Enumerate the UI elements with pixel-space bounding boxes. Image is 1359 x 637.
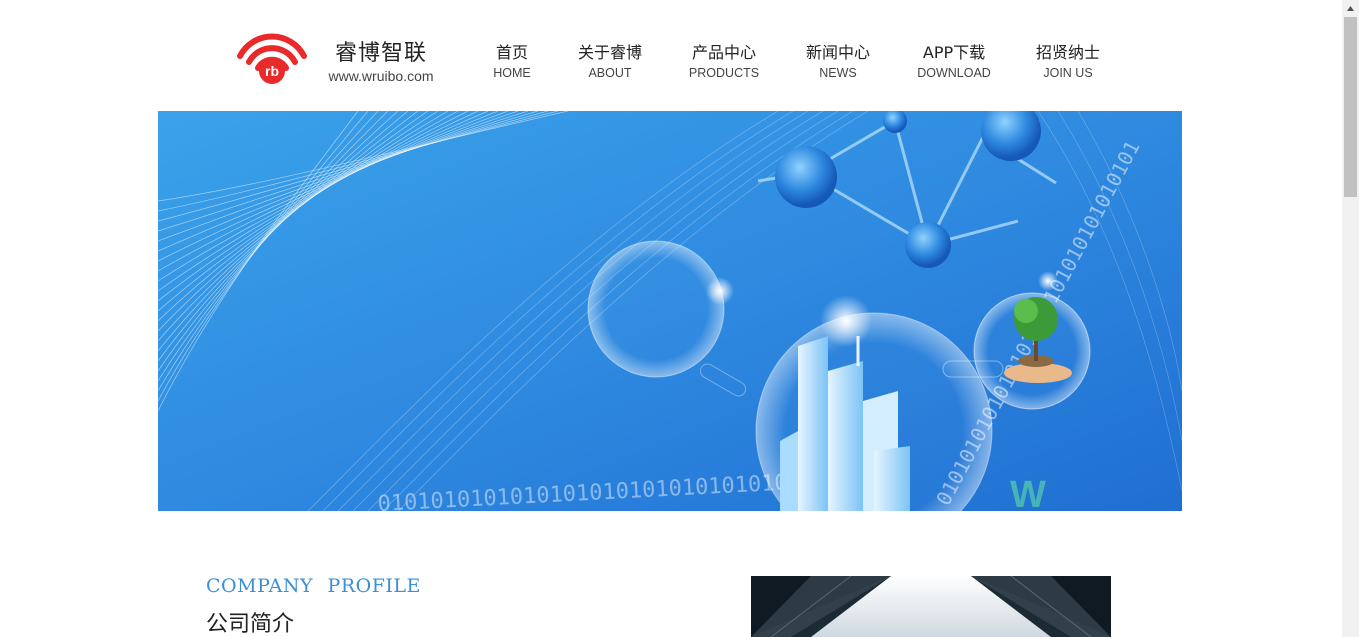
brand-name: 睿博智联 [334, 41, 427, 66]
nav-home-en: HOME [493, 66, 531, 80]
brand[interactable]: 睿博智联 www.wruibo.com [326, 40, 436, 84]
nav-download[interactable]: APP下载 DOWNLOAD [914, 42, 994, 81]
banner-illustration: 0101010101010101010101010101010101 01010… [158, 111, 1182, 511]
scroll-up-arrow-icon[interactable] [1342, 0, 1359, 17]
nav-about-cn: 关于睿博 [577, 43, 642, 62]
nav-products-cn: 产品中心 [691, 43, 756, 62]
nav-news[interactable]: 新闻中心 NEWS [802, 42, 874, 81]
company-profile-image [751, 576, 1111, 637]
nav-news-en: NEWS [819, 66, 857, 80]
wifi-logo-icon[interactable]: rb [236, 30, 308, 86]
banner-watermark: W [1010, 474, 1046, 511]
logo-letters: rb [265, 63, 279, 79]
page: rb 睿博智联 www.wruibo.com 首页 HOME 关于睿博 ABOU… [0, 0, 1359, 637]
nav-about[interactable]: 关于睿博 ABOUT [574, 42, 646, 81]
nav-join-cn: 招贤纳士 [1035, 43, 1100, 62]
nav-download-cn: APP下载 [922, 43, 986, 62]
scroll-thumb[interactable] [1344, 17, 1357, 197]
nav-news-cn: 新闻中心 [805, 43, 870, 62]
site-header: rb 睿博智联 www.wruibo.com 首页 HOME 关于睿博 ABOU… [0, 0, 1342, 111]
hero-banner[interactable]: 0101010101010101010101010101010101 01010… [158, 111, 1182, 511]
nav-about-en: ABOUT [588, 66, 632, 80]
vertical-scrollbar[interactable] [1342, 0, 1359, 637]
nav-download-en: DOWNLOAD [917, 66, 991, 80]
brand-url: www.wruibo.com [328, 68, 434, 84]
nav-products[interactable]: 产品中心 PRODUCTS [686, 42, 762, 81]
nav-home-cn: 首页 [495, 43, 528, 62]
company-profile-title-cn: 公司简介 [206, 612, 295, 637]
nav-join-en: JOIN US [1043, 66, 1093, 80]
nav-products-en: PRODUCTS [688, 66, 760, 80]
nav-home[interactable]: 首页 HOME [486, 42, 538, 81]
nav-join[interactable]: 招贤纳士 JOIN US [1032, 42, 1104, 81]
company-profile-title-en: COMPANY PROFILE [206, 575, 421, 597]
